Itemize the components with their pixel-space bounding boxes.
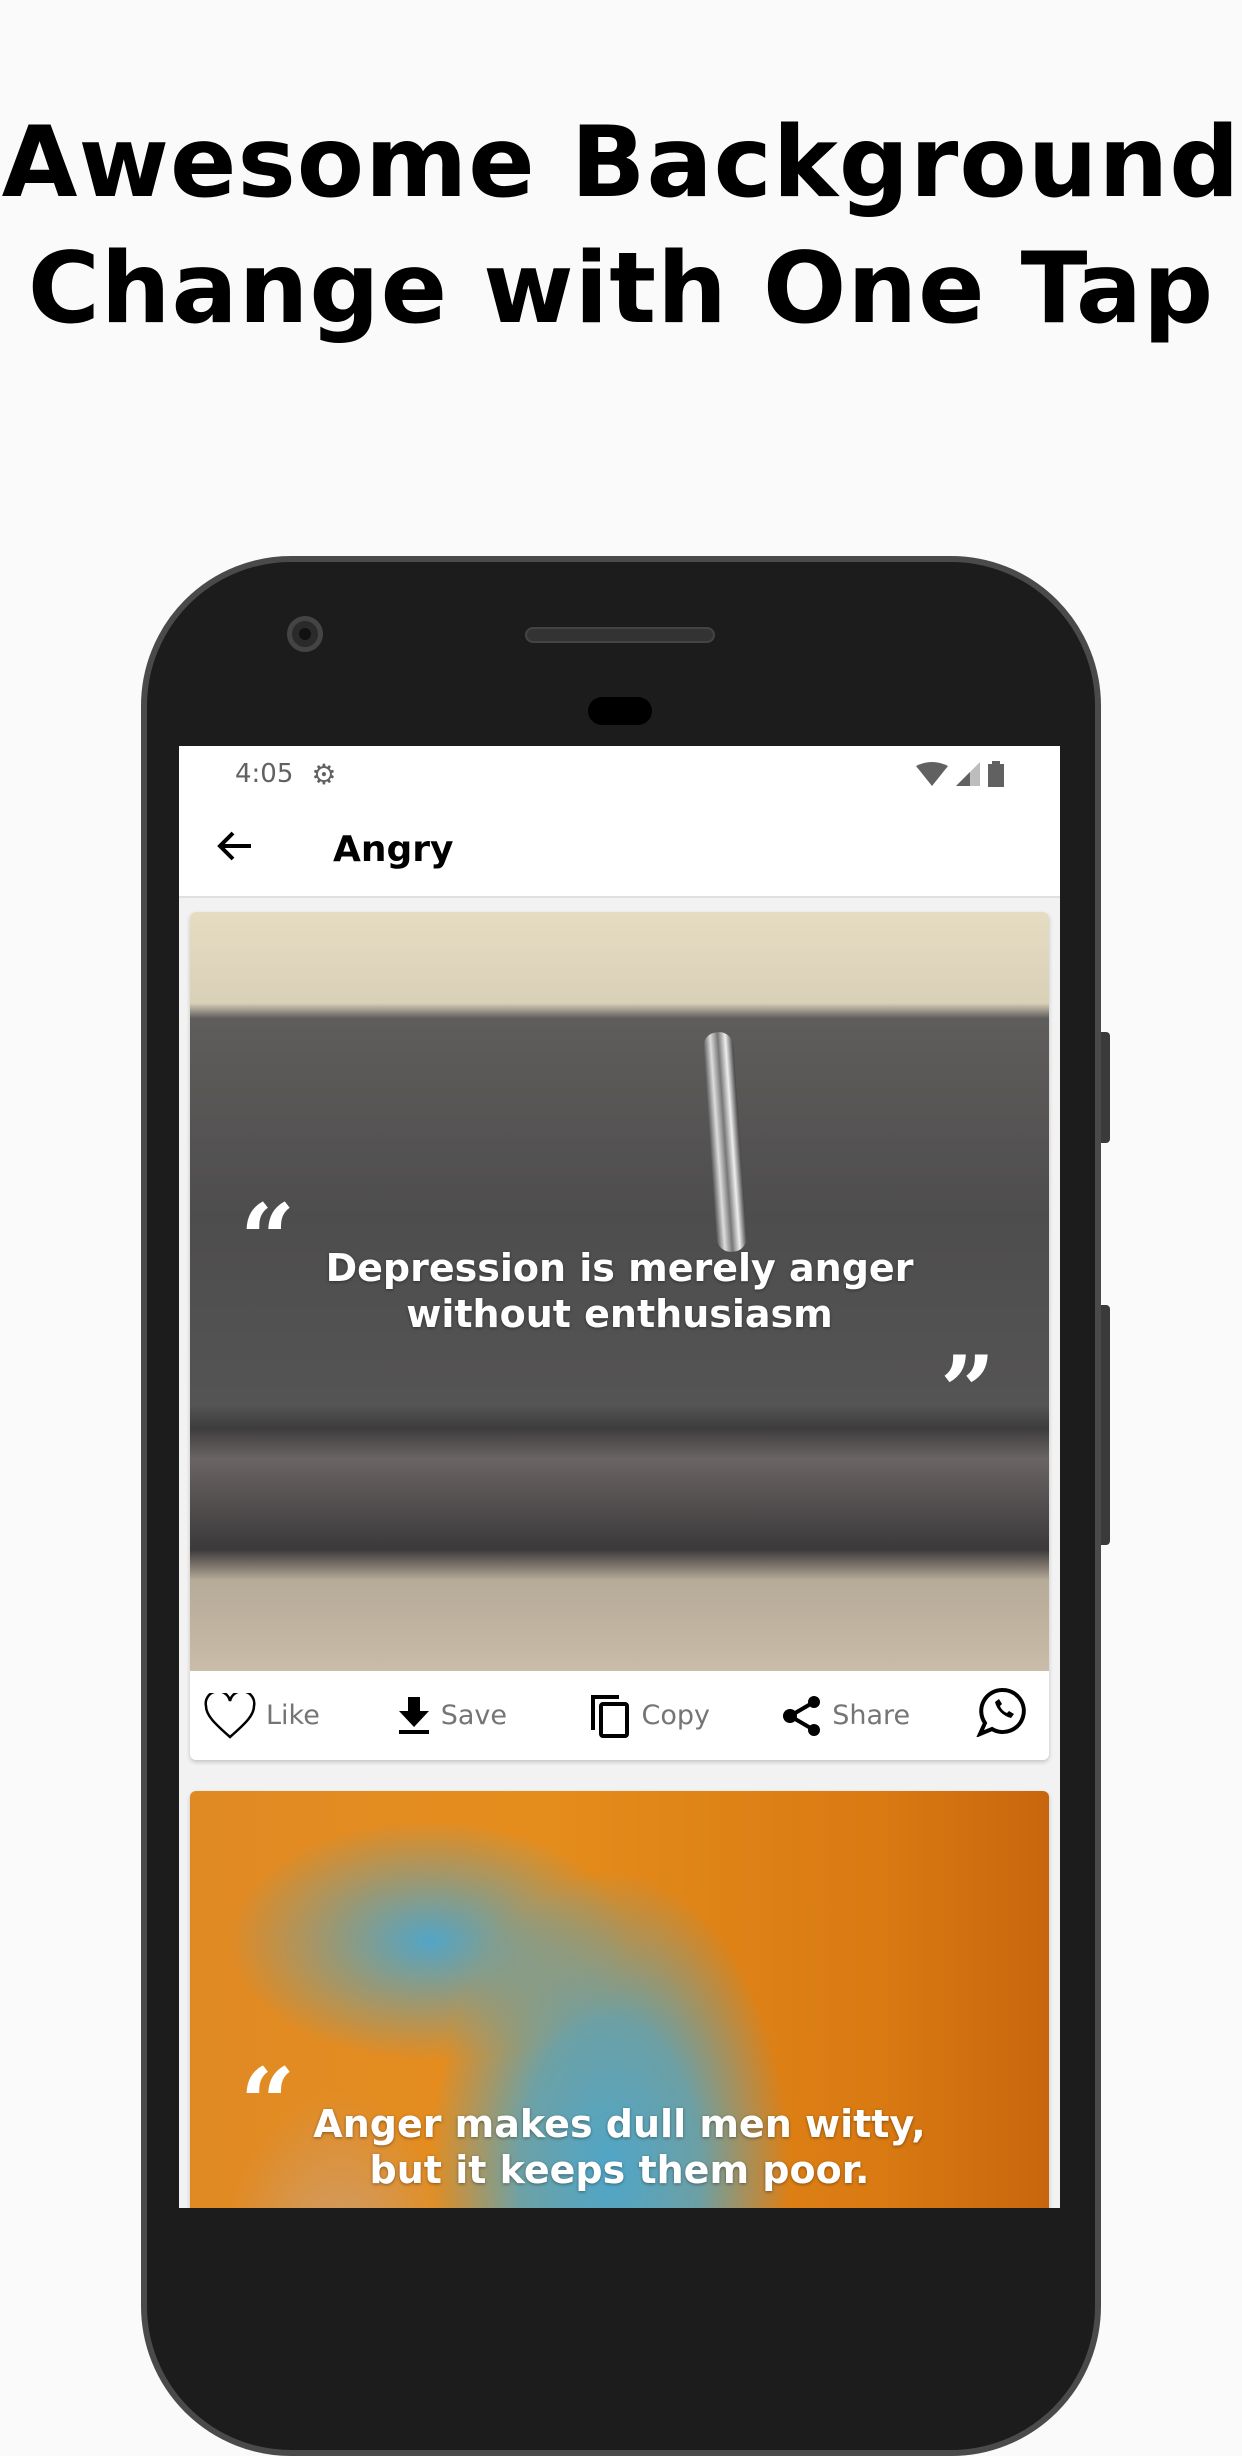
like-button[interactable]: Like <box>204 1692 397 1739</box>
quote-image[interactable]: “ Anger makes dull men witty, but it kee… <box>190 1791 1049 2208</box>
save-label: Save <box>440 1700 508 1731</box>
quote-text: Depression is merely anger without enthu… <box>190 1245 1049 1337</box>
quote-line: but it keeps them poor. <box>369 2148 870 2192</box>
share-icon <box>783 1695 821 1736</box>
app-bar: Angry <box>179 802 1060 898</box>
copy-label: Copy <box>641 1700 711 1731</box>
arrow-left-icon[interactable] <box>179 826 279 872</box>
save-button[interactable]: Save <box>397 1696 590 1735</box>
quote-text: Anger makes dull men witty, but it keeps… <box>190 2101 1049 2193</box>
download-icon <box>398 1696 429 1734</box>
quote-line: Depression is merely anger <box>325 1246 914 1290</box>
battery-icon <box>988 761 1004 787</box>
page-title: Angry <box>333 828 454 870</box>
status-time: 4:05 <box>235 759 294 789</box>
signal-icon <box>956 762 980 786</box>
quote-card: “ Depression is merely anger without ent… <box>190 912 1049 1760</box>
settings-icon: ⚙ <box>311 757 337 791</box>
copy-button[interactable]: Copy <box>590 1694 783 1738</box>
quote-line: Anger makes dull men witty, <box>313 2102 926 2146</box>
headline-line1: Awesome Background <box>1 106 1241 220</box>
phone-screen: 4:05 ⚙ Angry “ Depression is merely ange… <box>179 746 1060 2208</box>
close-quote-icon: ” <box>940 1335 996 1448</box>
like-label: Like <box>266 1700 320 1731</box>
copy-icon <box>590 1694 629 1738</box>
headline-line2: Change with One Tap <box>27 232 1215 346</box>
quote-image[interactable]: “ Depression is merely anger without ent… <box>190 912 1049 1671</box>
card-actions: Like Save Copy Share <box>190 1671 1049 1760</box>
heart-icon <box>204 1692 256 1739</box>
wifi-icon <box>916 762 948 786</box>
front-camera <box>287 616 323 652</box>
speaker-grille <box>525 627 715 643</box>
volume-button <box>1100 1305 1110 1545</box>
whatsapp-button[interactable] <box>975 1687 1035 1744</box>
status-bar: 4:05 ⚙ <box>179 746 1060 802</box>
share-label: Share <box>832 1700 911 1731</box>
share-button[interactable]: Share <box>782 1695 975 1737</box>
pen-image <box>702 1031 748 1253</box>
quote-line: without enthusiasm <box>406 1292 833 1336</box>
headline: Awesome Background Change with One Tap <box>0 100 1242 352</box>
whatsapp-icon <box>976 1687 1026 1738</box>
sensor <box>588 697 652 725</box>
quote-card: “ Anger makes dull men witty, but it kee… <box>190 1791 1049 2208</box>
power-button <box>1100 1032 1110 1143</box>
